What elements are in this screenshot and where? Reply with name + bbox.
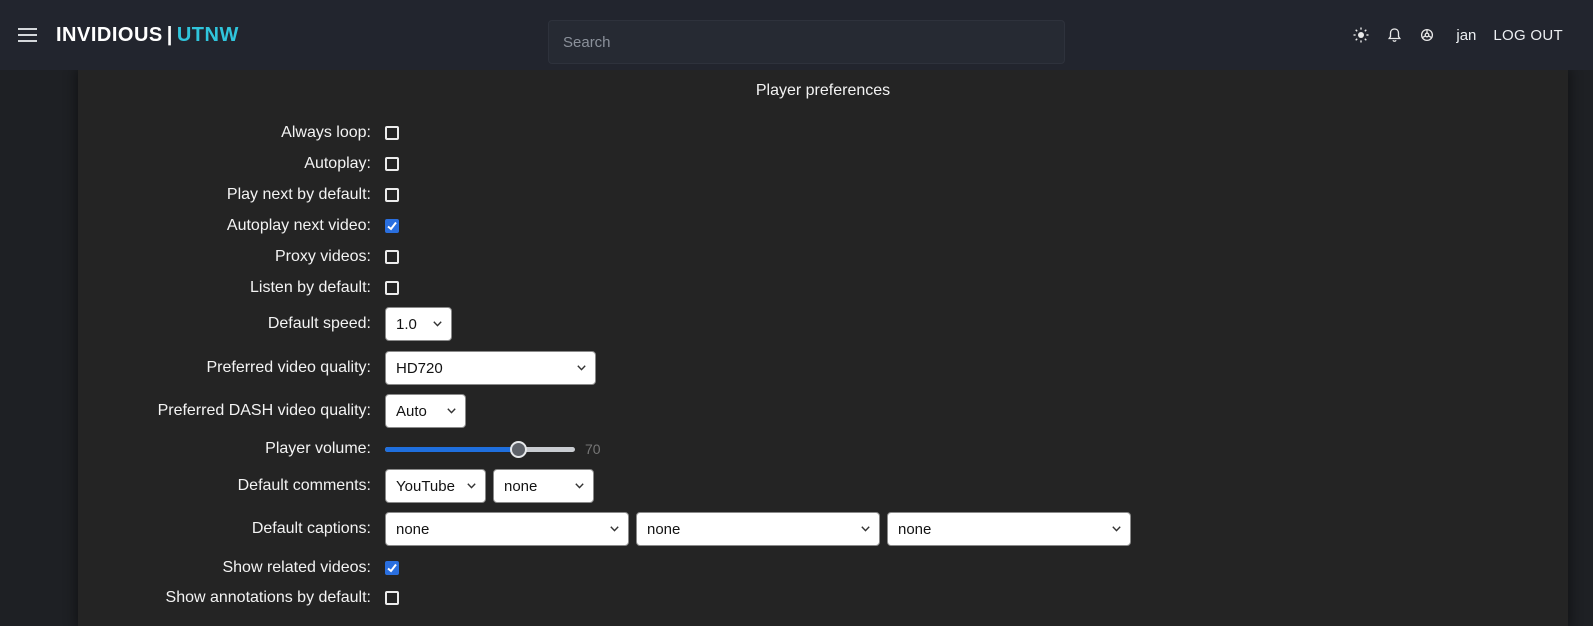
logo-separator: | — [163, 24, 177, 46]
always-loop-checkbox[interactable] — [385, 126, 399, 140]
search-bar — [548, 20, 1065, 64]
hamburger-menu-icon[interactable] — [18, 26, 37, 44]
chevron-down-icon — [861, 526, 870, 532]
notifications-bell-icon[interactable] — [1386, 27, 1402, 43]
pref-label: Autoplay: — [78, 155, 385, 173]
pref-row-default-captions: Default captions: none none none — [78, 512, 1568, 546]
pref-row-player-volume: Player volume: 70 — [78, 434, 1568, 464]
listen-by-default-checkbox[interactable] — [385, 281, 399, 295]
show-related-videos-checkbox[interactable] — [385, 561, 399, 575]
pref-label: Show annotations by default: — [78, 589, 385, 607]
chevron-down-icon — [610, 526, 619, 532]
logo-secondary: UTNW — [177, 24, 239, 46]
pref-row-default-speed: Default speed: 1.0 — [78, 307, 1568, 341]
pref-label: Listen by default: — [78, 279, 385, 297]
preferred-dash-quality-select[interactable]: Auto — [385, 394, 466, 428]
pref-row-autoplay-next: Autoplay next video: — [78, 210, 1568, 241]
pref-label: Always loop: — [78, 124, 385, 142]
chevron-down-icon — [447, 408, 456, 414]
default-captions-select-1[interactable]: none — [385, 512, 629, 546]
pref-label: Player volume: — [78, 440, 385, 458]
pref-label: Autoplay next video: — [78, 217, 385, 235]
show-annotations-checkbox[interactable] — [385, 591, 399, 605]
chevron-down-icon — [1112, 526, 1121, 532]
logout-button[interactable]: LOG OUT — [1493, 27, 1563, 44]
top-navbar: INVIDIOUS|UTNW — [0, 0, 1593, 70]
pref-label: Show related videos: — [78, 559, 385, 577]
autoplay-checkbox[interactable] — [385, 157, 399, 171]
pref-label: Proxy videos: — [78, 248, 385, 266]
pref-row-dash-quality: Preferred DASH video quality: Auto — [78, 394, 1568, 428]
pref-row-show-related: Show related videos: — [78, 553, 1568, 583]
default-captions-select-3[interactable]: none — [887, 512, 1131, 546]
pref-label: Default captions: — [78, 520, 385, 538]
pref-row-listen-by-default: Listen by default: — [78, 272, 1568, 303]
site-logo[interactable]: INVIDIOUS|UTNW — [56, 24, 239, 47]
volume-fill — [385, 447, 518, 452]
volume-value: 70 — [585, 441, 601, 457]
pref-row-video-quality: Preferred video quality: HD720 — [78, 351, 1568, 385]
pref-row-show-annotations: Show annotations by default: — [78, 583, 1568, 613]
chevron-down-icon — [433, 321, 442, 327]
pref-row-always-loop: Always loop: — [78, 117, 1568, 148]
pref-row-autoplay: Autoplay: — [78, 148, 1568, 179]
preferred-video-quality-select[interactable]: HD720 — [385, 351, 596, 385]
pref-row-default-comments: Default comments: YouTube none — [78, 469, 1568, 503]
default-captions-select-2[interactable]: none — [636, 512, 880, 546]
pref-label: Preferred DASH video quality: — [78, 402, 385, 420]
logo-primary: INVIDIOUS — [56, 24, 163, 46]
pref-label: Preferred video quality: — [78, 359, 385, 377]
chevron-down-icon — [577, 365, 586, 371]
default-comments-select-2[interactable]: none — [493, 469, 594, 503]
chevron-down-icon — [575, 483, 584, 489]
preferences-form: Always loop: Autoplay: Play next by defa… — [78, 117, 1568, 613]
pref-label: Default speed: — [78, 315, 385, 333]
page-title: Player preferences — [78, 80, 1568, 102]
user-menu[interactable]: jan — [1456, 27, 1476, 44]
volume-track — [385, 447, 575, 452]
autoplay-next-video-checkbox[interactable] — [385, 219, 399, 233]
volume-thumb[interactable] — [510, 441, 527, 458]
search-input[interactable] — [548, 20, 1065, 64]
play-next-by-default-checkbox[interactable] — [385, 188, 399, 202]
navbar-right: jan LOG OUT — [1353, 27, 1563, 44]
default-comments-select-1[interactable]: YouTube — [385, 469, 486, 503]
pref-label: Play next by default: — [78, 186, 385, 204]
theme-toggle-sun-icon[interactable] — [1353, 27, 1369, 43]
navbar-left: INVIDIOUS|UTNW — [18, 24, 239, 47]
preferences-gear-icon[interactable] — [1419, 27, 1435, 43]
pref-row-proxy-videos: Proxy videos: — [78, 241, 1568, 272]
proxy-videos-checkbox[interactable] — [385, 250, 399, 264]
chevron-down-icon — [467, 483, 476, 489]
pref-row-play-next: Play next by default: — [78, 179, 1568, 210]
pref-label: Default comments: — [78, 477, 385, 495]
volume-slider[interactable] — [385, 440, 575, 458]
preferences-panel: Player preferences Always loop: Autoplay… — [78, 70, 1568, 626]
default-speed-select[interactable]: 1.0 — [385, 307, 452, 341]
